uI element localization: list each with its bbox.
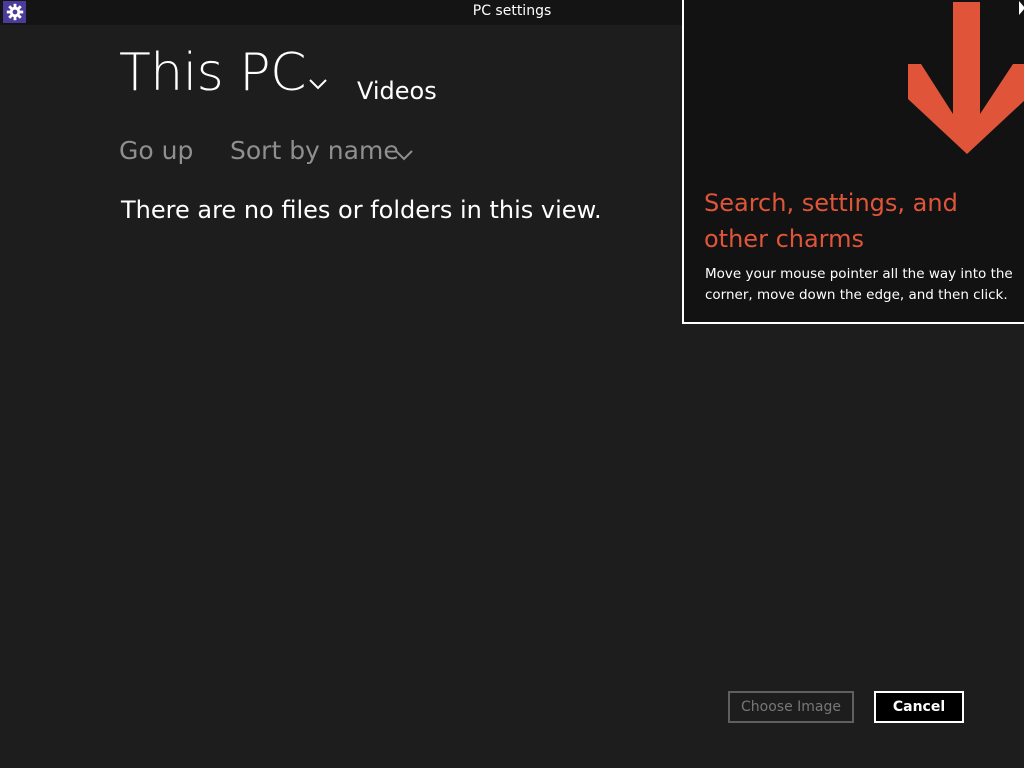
- mouse-pointer-icon: [1019, 0, 1024, 15]
- charms-tip-heading-line2: other charms: [704, 225, 865, 253]
- empty-view-message: There are no files or folders in this vi…: [121, 196, 602, 224]
- current-folder: Videos: [357, 77, 437, 105]
- sort-by-button[interactable]: Sort by name: [230, 136, 399, 165]
- go-up-button[interactable]: Go up: [119, 136, 193, 165]
- charms-tip-panel: Search, settings, and other charms Move …: [682, 0, 1024, 324]
- chevron-down-icon[interactable]: [307, 76, 329, 90]
- arrow-down-icon: [908, 2, 1024, 154]
- cancel-button[interactable]: Cancel: [874, 691, 964, 723]
- location-title[interactable]: This PC: [119, 47, 306, 99]
- choose-image-button[interactable]: Choose Image: [728, 691, 854, 723]
- charms-tip-heading-line1: Search, settings, and: [704, 189, 958, 217]
- charms-tip-body: Move your mouse pointer all the way into…: [705, 266, 1013, 303]
- charms-tip-heading: Search, settings, and other charms: [704, 185, 1004, 257]
- chevron-down-icon[interactable]: [394, 146, 414, 161]
